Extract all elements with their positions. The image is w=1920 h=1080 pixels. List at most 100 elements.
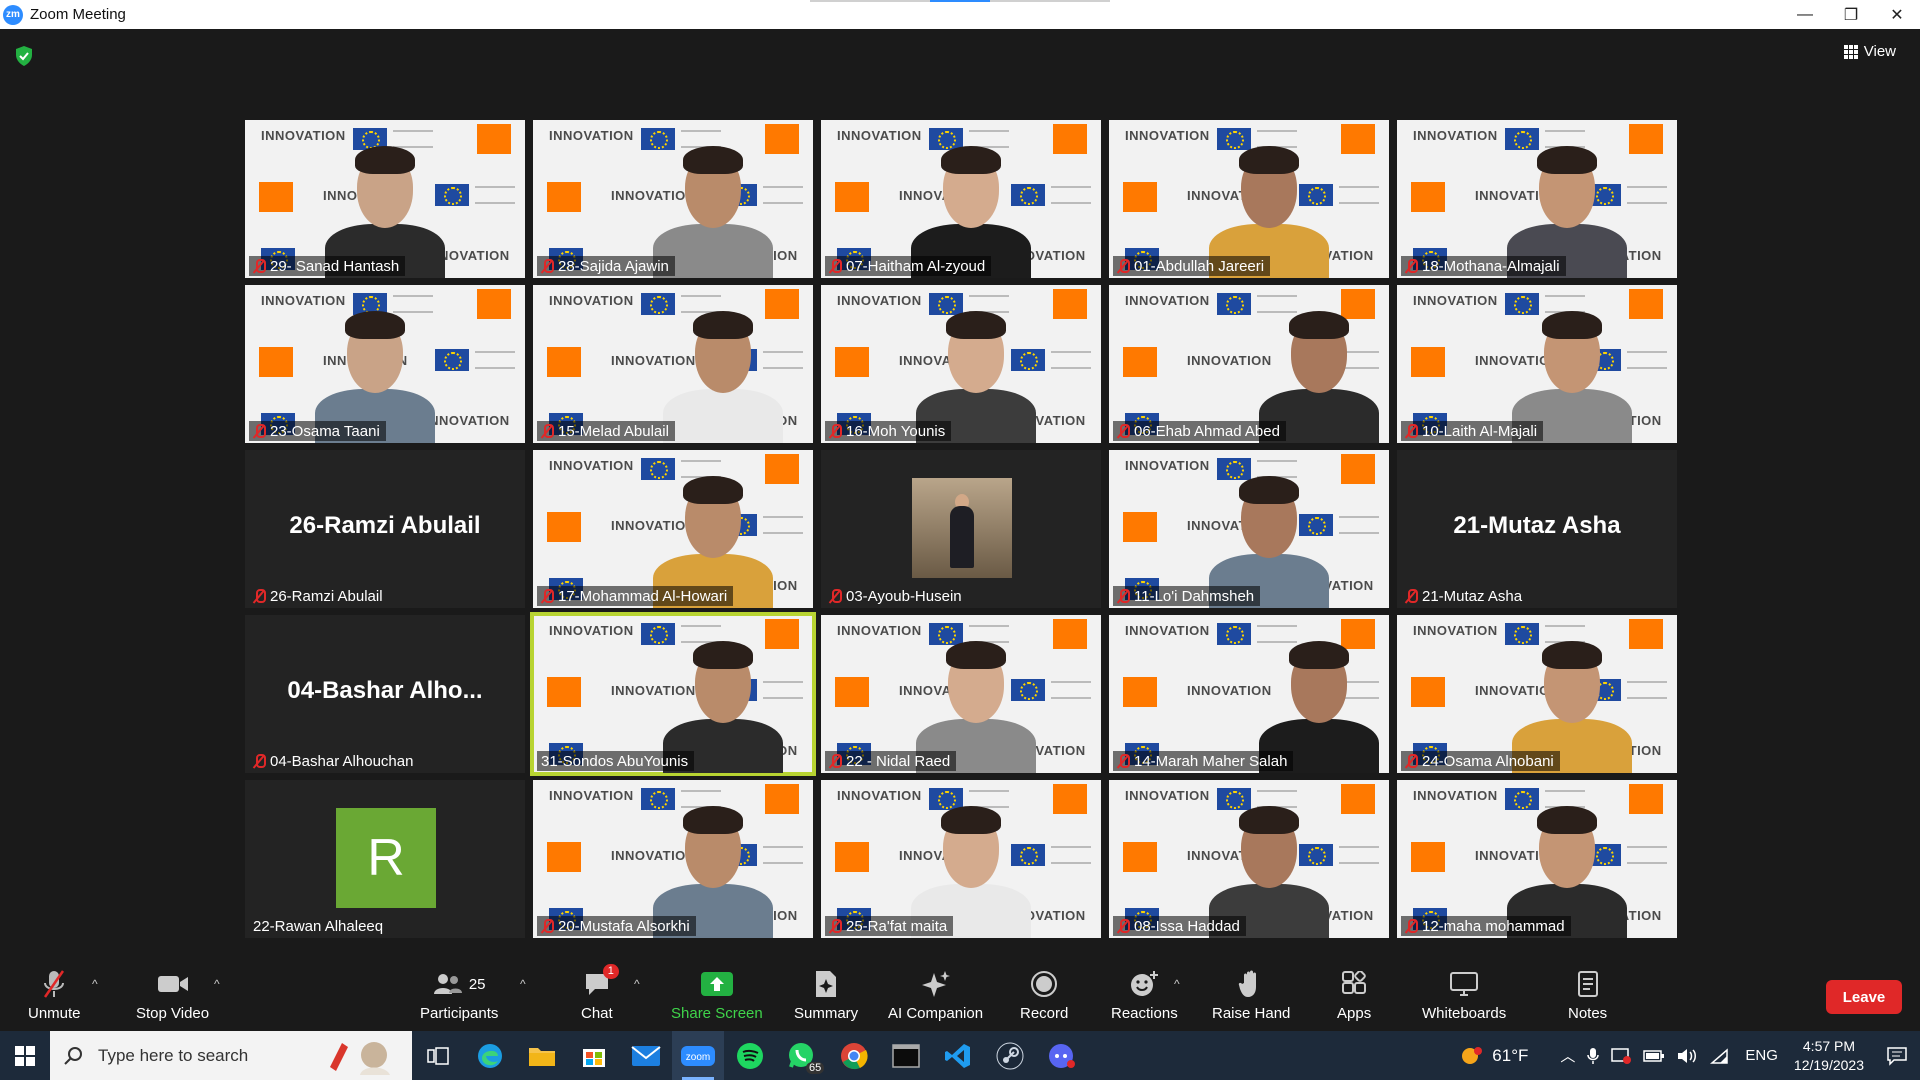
notifications-button[interactable] [1886,1046,1908,1066]
participant-tile[interactable]: INNOVATIONINNOVATIONINNOVATION10-Laith A… [1397,285,1677,443]
chrome-taskbar-button[interactable] [828,1031,880,1080]
participant-tile[interactable]: R 22-Rawan Alhaleeq [245,780,525,938]
microphone-tray-icon[interactable] [1587,1047,1600,1065]
orange-logo-icon [1629,619,1663,649]
participant-tile[interactable]: INNOVATION INNOVATION INNOVATION 01-Abdulla… [1109,120,1389,278]
participants-label: Participants [420,1005,499,1022]
participant-tile[interactable]: INNOVATION INNOVATION INNOVATION 08-Issa Ha… [1109,780,1389,938]
participant-tile[interactable]: 21-Mutaz Asha 21-Mutaz Asha [1397,450,1677,608]
discord-taskbar-button[interactable] [1036,1031,1088,1080]
zoom-taskbar-button[interactable]: zoom [672,1031,724,1080]
whatsapp-taskbar-button[interactable]: 65 [776,1031,828,1080]
reactions-options-caret[interactable]: ^ [1174,977,1180,991]
show-hidden-icons-button[interactable]: ︿ [1560,1045,1575,1066]
participant-name: 26-Ramzi Abulail [270,587,383,605]
stop-video-button[interactable]: Stop Video [136,967,209,1022]
participant-tile[interactable]: INNOVATIONINNOVATIONINNOVATION12-maha mo… [1397,780,1677,938]
orange-logo-icon [835,842,869,872]
notes-button[interactable]: Notes [1568,967,1607,1022]
eu-text-logo [1627,186,1667,204]
participant-tile[interactable]: INNOVATION INNOVATION INNOVATION 07-Haitham… [821,120,1101,278]
participant-name-tag: 18-Mothana-Almajali [1401,256,1566,276]
volume-icon[interactable] [1677,1048,1697,1064]
participant-tile[interactable]: INNOVATION INNOVATION INNOVATION 22 - Nidal… [821,615,1101,773]
participant-tile[interactable]: INNOVATIONINNOVATIONINNOVATION18-Mothana… [1397,120,1677,278]
video-options-caret[interactable]: ^ [214,977,220,991]
participant-tile[interactable]: INNOVATIONINNOVATIONINNOVATION28-Sajida … [533,120,813,278]
participant-tile[interactable]: INNOVATIONINNOVATIONINNOVATION14-Marah M… [1109,615,1389,773]
participant-tile[interactable]: INNOVATION INNOVATION INNOVATION 25-Ra'fat … [821,780,1101,938]
muted-mic-icon [1117,423,1130,439]
summary-button[interactable]: Summary [794,967,858,1022]
terminal-icon [892,1043,920,1068]
raise-hand-button[interactable]: Raise Hand [1212,967,1290,1022]
share-screen-button[interactable]: Share Screen [671,967,763,1022]
wifi-icon[interactable] [1709,1047,1729,1064]
edge-taskbar-button[interactable] [464,1031,516,1080]
language-indicator[interactable]: ENG [1745,1047,1778,1064]
orange-logo-icon [1411,842,1445,872]
title-bar: zm Zoom Meeting — ❐ ✕ [0,0,1920,29]
mail-taskbar-button[interactable] [620,1031,672,1080]
weather-sun-icon [1462,1046,1483,1064]
start-button[interactable] [0,1031,50,1080]
taskbar-search-box[interactable]: Type here to search [50,1031,412,1080]
leave-button[interactable]: Leave [1826,980,1902,1014]
task-view-button[interactable] [412,1031,464,1080]
innovation-logo: INNOVATION [837,623,922,638]
participant-tile[interactable]: 03-Ayoub-Husein [821,450,1101,608]
chat-options-caret[interactable]: ^ [634,977,640,991]
battery-icon[interactable] [1643,1049,1665,1063]
minimize-button[interactable]: — [1782,0,1828,29]
participant-name-tag: 29- Sanad Hantash [249,256,406,276]
participants-button[interactable]: 25 Participants [420,967,498,1022]
participant-tile[interactable]: INNOVATIONINNOVATIONINNOVATION23-Osama T… [245,285,525,443]
participant-name-tag: 01-Abdullah Jareeri [1113,256,1271,276]
steam-taskbar-button[interactable] [984,1031,1036,1080]
audio-options-caret[interactable]: ^ [92,977,98,991]
vscode-taskbar-button[interactable] [932,1031,984,1080]
participant-tile[interactable]: INNOVATIONINNOVATIONINNOVATION29- Sanad … [245,120,525,278]
reactions-button[interactable]: Reactions [1111,967,1178,1022]
view-button[interactable]: View [1843,43,1896,60]
screen-share-tray-icon[interactable] [1611,1047,1632,1065]
restore-button[interactable]: ❐ [1828,0,1874,29]
chat-unread-badge: 1 [602,964,619,979]
record-button[interactable]: Record [1020,967,1068,1022]
clock[interactable]: 4:57 PM 12/19/2023 [1794,1037,1864,1075]
ai-companion-button[interactable]: AI Companion [888,967,983,1022]
file-explorer-taskbar-button[interactable] [516,1031,568,1080]
encryption-shield-icon[interactable] [14,45,34,67]
participant-tile[interactable]: INNOVATIONINNOVATIONINNOVATION31-Sondos … [530,612,816,776]
weather-widget[interactable]: 61°F [1460,1045,1528,1067]
orange-logo-icon [1053,289,1087,319]
innovation-logo: INNOVATION [1125,458,1210,473]
muted-mic-icon [253,423,266,439]
participant-tile[interactable]: INNOVATIONINNOVATIONINNOVATION17-Mohamma… [533,450,813,608]
chat-button[interactable]: 1 Chat [581,964,619,1022]
orange-logo-icon [1629,124,1663,154]
participant-tile[interactable]: INNOVATIONINNOVATIONINNOVATION24-Osama A… [1397,615,1677,773]
terminal-taskbar-button[interactable] [880,1031,932,1080]
participant-tile[interactable]: INNOVATION INNOVATION INNOVATION 16-Moh You… [821,285,1101,443]
participant-name-tag: 17-Mohammad Al-Howari [537,586,734,606]
whiteboards-button[interactable]: Whiteboards [1422,967,1506,1022]
participant-tile[interactable]: INNOVATIONINNOVATIONINNOVATION06-Ehab Ah… [1109,285,1389,443]
close-button[interactable]: ✕ [1874,0,1920,29]
store-taskbar-button[interactable] [568,1031,620,1080]
participant-name-tag: 25-Ra'fat maita [825,916,954,936]
chat-label: Chat [581,1005,613,1022]
participant-tile[interactable]: 04-Bashar Alho... 04-Bashar Alhouchan [245,615,525,773]
participant-tile[interactable]: 26-Ramzi Abulail 26-Ramzi Abulail [245,450,525,608]
participant-tile[interactable]: INNOVATIONINNOVATIONINNOVATION20-Mustafa… [533,780,813,938]
spotify-taskbar-button[interactable] [724,1031,776,1080]
innovation-logo: INNOVATION [1125,623,1210,638]
unmute-button[interactable]: Unmute [28,967,81,1022]
participant-tile[interactable]: INNOVATIONINNOVATIONINNOVATION15-Melad A… [533,285,813,443]
apps-button[interactable]: Apps [1337,967,1371,1022]
notes-icon [1576,967,1600,1001]
participants-options-caret[interactable]: ^ [520,977,526,991]
participant-tile[interactable]: INNOVATION INNOVATION INNOVATION 11-Lo'i Da… [1109,450,1389,608]
participant-name: 31-Sondos AbuYounis [541,752,689,770]
participant-name: 08-Issa Haddad [1134,917,1240,935]
